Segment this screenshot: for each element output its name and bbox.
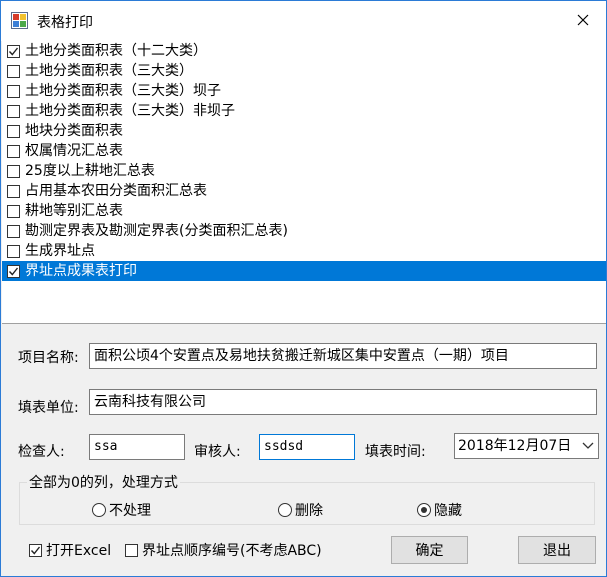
list-item[interactable]: 土地分类面积表（三大类）坝子 (2, 81, 606, 101)
chevron-down-icon[interactable] (582, 441, 594, 451)
checkbox[interactable] (29, 543, 42, 557)
list-item-label: 土地分类面积表（三大类）非坝子 (25, 103, 235, 119)
fill-date-picker[interactable]: 2018年12月07日 (454, 433, 599, 459)
checkbox[interactable] (7, 144, 20, 158)
radio-no-process[interactable]: 不处理 (92, 500, 151, 520)
list-item-label: 权属情况汇总表 (25, 143, 123, 159)
list-item[interactable]: 生成界址点 (2, 241, 606, 261)
close-button[interactable] (560, 1, 606, 39)
checkbox[interactable] (7, 64, 20, 78)
window-title: 表格打印 (37, 15, 93, 31)
checkbox[interactable] (7, 104, 20, 118)
list-item-label: 25度以上耕地汇总表 (25, 163, 155, 179)
fill-date-value: 2018年12月07日 (458, 438, 572, 454)
list-item-label: 耕地等别汇总表 (25, 203, 123, 219)
radio-hide[interactable]: 隐藏 (417, 500, 462, 520)
sequential-numbering-label: 界址点顺序编号(不考虑ABC) (142, 543, 322, 559)
reviewer-input[interactable]: ssdsd (259, 434, 355, 460)
app-icon (11, 12, 28, 29)
checkbox[interactable] (7, 244, 20, 258)
list-item[interactable]: 占用基本农田分类面积汇总表 (2, 181, 606, 201)
list-item-label: 占用基本农田分类面积汇总表 (25, 183, 207, 199)
list-item-label: 地块分类面积表 (25, 123, 123, 139)
radio-no-process-label: 不处理 (109, 503, 151, 519)
ok-button[interactable]: 确定 (391, 536, 468, 564)
radio-delete[interactable]: 删除 (278, 500, 323, 520)
project-name-input[interactable]: 面积公顷4个安置点及易地扶贫搬迁新城区集中安置点（一期）项目 (89, 343, 597, 369)
checkbox[interactable] (7, 184, 20, 198)
checkbox[interactable] (7, 44, 20, 58)
table-checklist[interactable]: 土地分类面积表（十二大类） 土地分类面积表（三大类） 土地分类面积表（三大类）坝子土… (2, 41, 606, 324)
list-item[interactable]: 界址点成果表打印 (2, 261, 606, 281)
list-item[interactable]: 耕地等别汇总表 (2, 201, 606, 221)
list-item-label: 土地分类面积表（三大类） (25, 63, 193, 79)
checkbox[interactable] (7, 264, 20, 278)
fill-unit-input[interactable]: 云南科技有限公司 (89, 389, 597, 415)
checker-label: 检查人: (18, 444, 65, 460)
list-item[interactable]: 勘测定界表及勘测定界表(分类面积汇总表) (2, 221, 606, 241)
checkmark-icon (30, 546, 41, 555)
open-excel-label: 打开Excel (46, 543, 112, 559)
checkbox[interactable] (7, 224, 20, 238)
list-item[interactable]: 地块分类面积表 (2, 121, 606, 141)
list-item[interactable]: 土地分类面积表（三大类） (2, 61, 606, 81)
list-item[interactable]: 土地分类面积表（十二大类） (2, 41, 606, 61)
radio-delete-label: 删除 (295, 503, 323, 519)
checker-input[interactable]: ssa (89, 434, 185, 460)
checkmark-icon (8, 267, 19, 276)
list-item-label: 勘测定界表及勘测定界表(分类面积汇总表) (25, 223, 288, 239)
radio-circle[interactable] (417, 503, 431, 517)
list-item[interactable]: 权属情况汇总表 (2, 141, 606, 161)
radio-circle[interactable] (278, 503, 292, 517)
title-bar: 表格打印 (1, 1, 606, 41)
list-item-label: 土地分类面积表（三大类）坝子 (25, 83, 221, 99)
checkmark-icon (8, 47, 19, 56)
reviewer-label: 审核人: (194, 444, 241, 460)
close-icon (577, 14, 589, 26)
checkbox[interactable] (7, 204, 20, 218)
list-item[interactable]: 25度以上耕地汇总表 (2, 161, 606, 181)
list-item-label: 土地分类面积表（十二大类） (25, 43, 207, 59)
zero-columns-title: 全部为0的列，处理方式 (27, 472, 180, 492)
radio-hide-label: 隐藏 (434, 503, 462, 519)
list-item-label: 生成界址点 (25, 243, 95, 259)
project-name-label: 项目名称: (18, 350, 79, 366)
fill-date-label: 填表时间: (365, 444, 426, 460)
sequential-numbering-checkbox[interactable]: 界址点顺序编号(不考虑ABC) (125, 540, 322, 560)
checkbox[interactable] (7, 164, 20, 178)
exit-button[interactable]: 退出 (518, 536, 596, 564)
checkbox[interactable] (7, 124, 20, 138)
open-excel-checkbox[interactable]: 打开Excel (29, 540, 111, 560)
radio-circle[interactable] (92, 503, 106, 517)
table-print-dialog: 表格打印 土地分类面积表（十二大类） 土地分类面积表（三大类） 土地分类面积表（三大… (0, 0, 607, 577)
list-item[interactable]: 土地分类面积表（三大类）非坝子 (2, 101, 606, 121)
list-item-label: 界址点成果表打印 (25, 263, 137, 279)
checkbox[interactable] (7, 84, 20, 98)
checkbox[interactable] (125, 543, 138, 557)
fill-unit-label: 填表单位: (18, 400, 79, 416)
